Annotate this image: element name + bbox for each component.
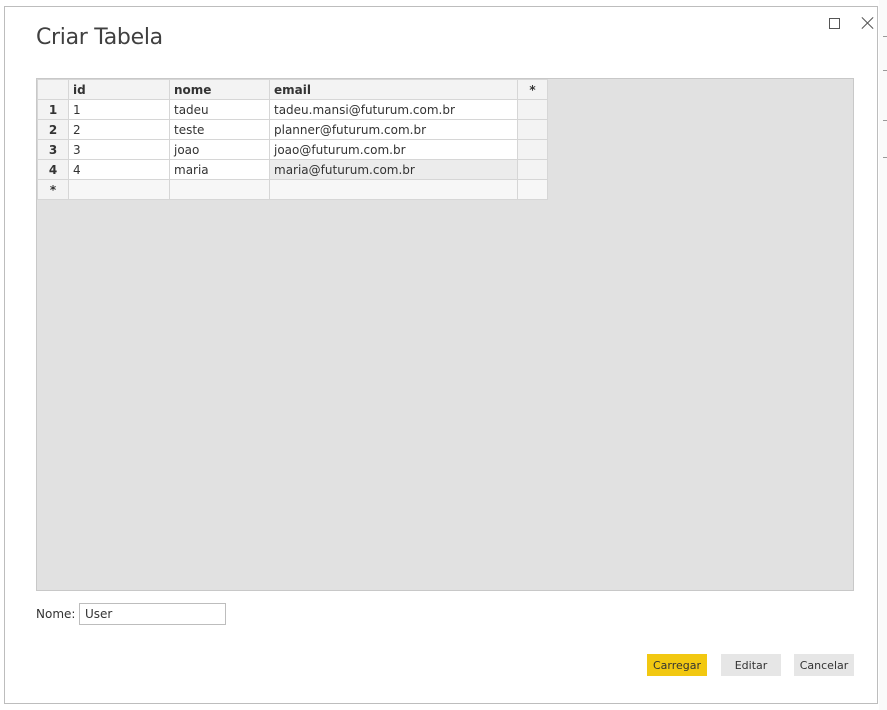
table-row: 2 2 teste planner@futurum.com.br xyxy=(37,119,548,140)
add-column-cell xyxy=(517,159,548,180)
add-column-button[interactable]: * xyxy=(517,79,548,100)
cell-id[interactable]: 2 xyxy=(68,119,170,140)
cancel-button[interactable]: Cancelar xyxy=(794,654,854,676)
maximize-button[interactable] xyxy=(825,14,843,32)
load-button[interactable]: Carregar xyxy=(647,654,707,676)
background-tick xyxy=(883,36,887,37)
header-row: id nome email * xyxy=(37,79,548,100)
cell-email[interactable]: joao@futurum.com.br xyxy=(269,139,518,160)
cell-nome[interactable]: tadeu xyxy=(169,99,270,120)
row-number[interactable]: 4 xyxy=(37,159,69,180)
cell-nome[interactable]: teste xyxy=(169,119,270,140)
new-cell-email[interactable] xyxy=(269,179,518,200)
table-name-label: Nome: xyxy=(36,607,76,621)
cell-nome[interactable]: joao xyxy=(169,139,270,160)
edit-button[interactable]: Editar xyxy=(721,654,781,676)
table-row: 4 4 maria maria@futurum.com.br xyxy=(37,159,548,180)
new-row-marker[interactable]: * xyxy=(37,179,69,200)
row-number[interactable]: 1 xyxy=(37,99,69,120)
row-number[interactable]: 3 xyxy=(37,139,69,160)
add-column-cell xyxy=(517,99,548,120)
column-header-email[interactable]: email xyxy=(269,79,518,100)
corner-cell[interactable] xyxy=(37,79,69,100)
cell-id[interactable]: 3 xyxy=(68,139,170,160)
table-row: 1 1 tadeu tadeu.mansi@futurum.com.br xyxy=(37,99,548,120)
column-header-nome[interactable]: nome xyxy=(169,79,270,100)
cell-id[interactable]: 1 xyxy=(68,99,170,120)
new-cell-id[interactable] xyxy=(68,179,170,200)
row-number[interactable]: 2 xyxy=(37,119,69,140)
add-column-cell xyxy=(517,119,548,140)
table-editor-area[interactable]: id nome email * 1 1 tadeu tadeu.mansi@fu… xyxy=(36,78,854,591)
cell-nome[interactable]: maria xyxy=(169,159,270,180)
close-icon xyxy=(859,14,877,32)
column-header-id[interactable]: id xyxy=(68,79,170,100)
new-cell-nome[interactable] xyxy=(169,179,270,200)
cell-id[interactable]: 4 xyxy=(68,159,170,180)
cell-email[interactable]: tadeu.mansi@futurum.com.br xyxy=(269,99,518,120)
background-tick xyxy=(883,157,887,158)
close-button[interactable] xyxy=(859,14,877,32)
dialog-title: Criar Tabela xyxy=(36,25,163,50)
data-grid: id nome email * 1 1 tadeu tadeu.mansi@fu… xyxy=(37,79,548,200)
table-name-input[interactable] xyxy=(79,603,226,625)
background-tick xyxy=(883,120,887,121)
background-window-strip xyxy=(879,0,887,710)
maximize-icon xyxy=(829,18,840,29)
add-column-cell xyxy=(517,179,548,200)
background-tick xyxy=(883,70,887,71)
cell-email-selected[interactable]: maria@futurum.com.br xyxy=(269,159,518,180)
new-row: * xyxy=(37,179,548,200)
create-table-dialog: Criar Tabela id nome email * 1 1 tadeu t… xyxy=(4,6,878,704)
cell-email[interactable]: planner@futurum.com.br xyxy=(269,119,518,140)
add-column-cell xyxy=(517,139,548,160)
table-row: 3 3 joao joao@futurum.com.br xyxy=(37,139,548,160)
